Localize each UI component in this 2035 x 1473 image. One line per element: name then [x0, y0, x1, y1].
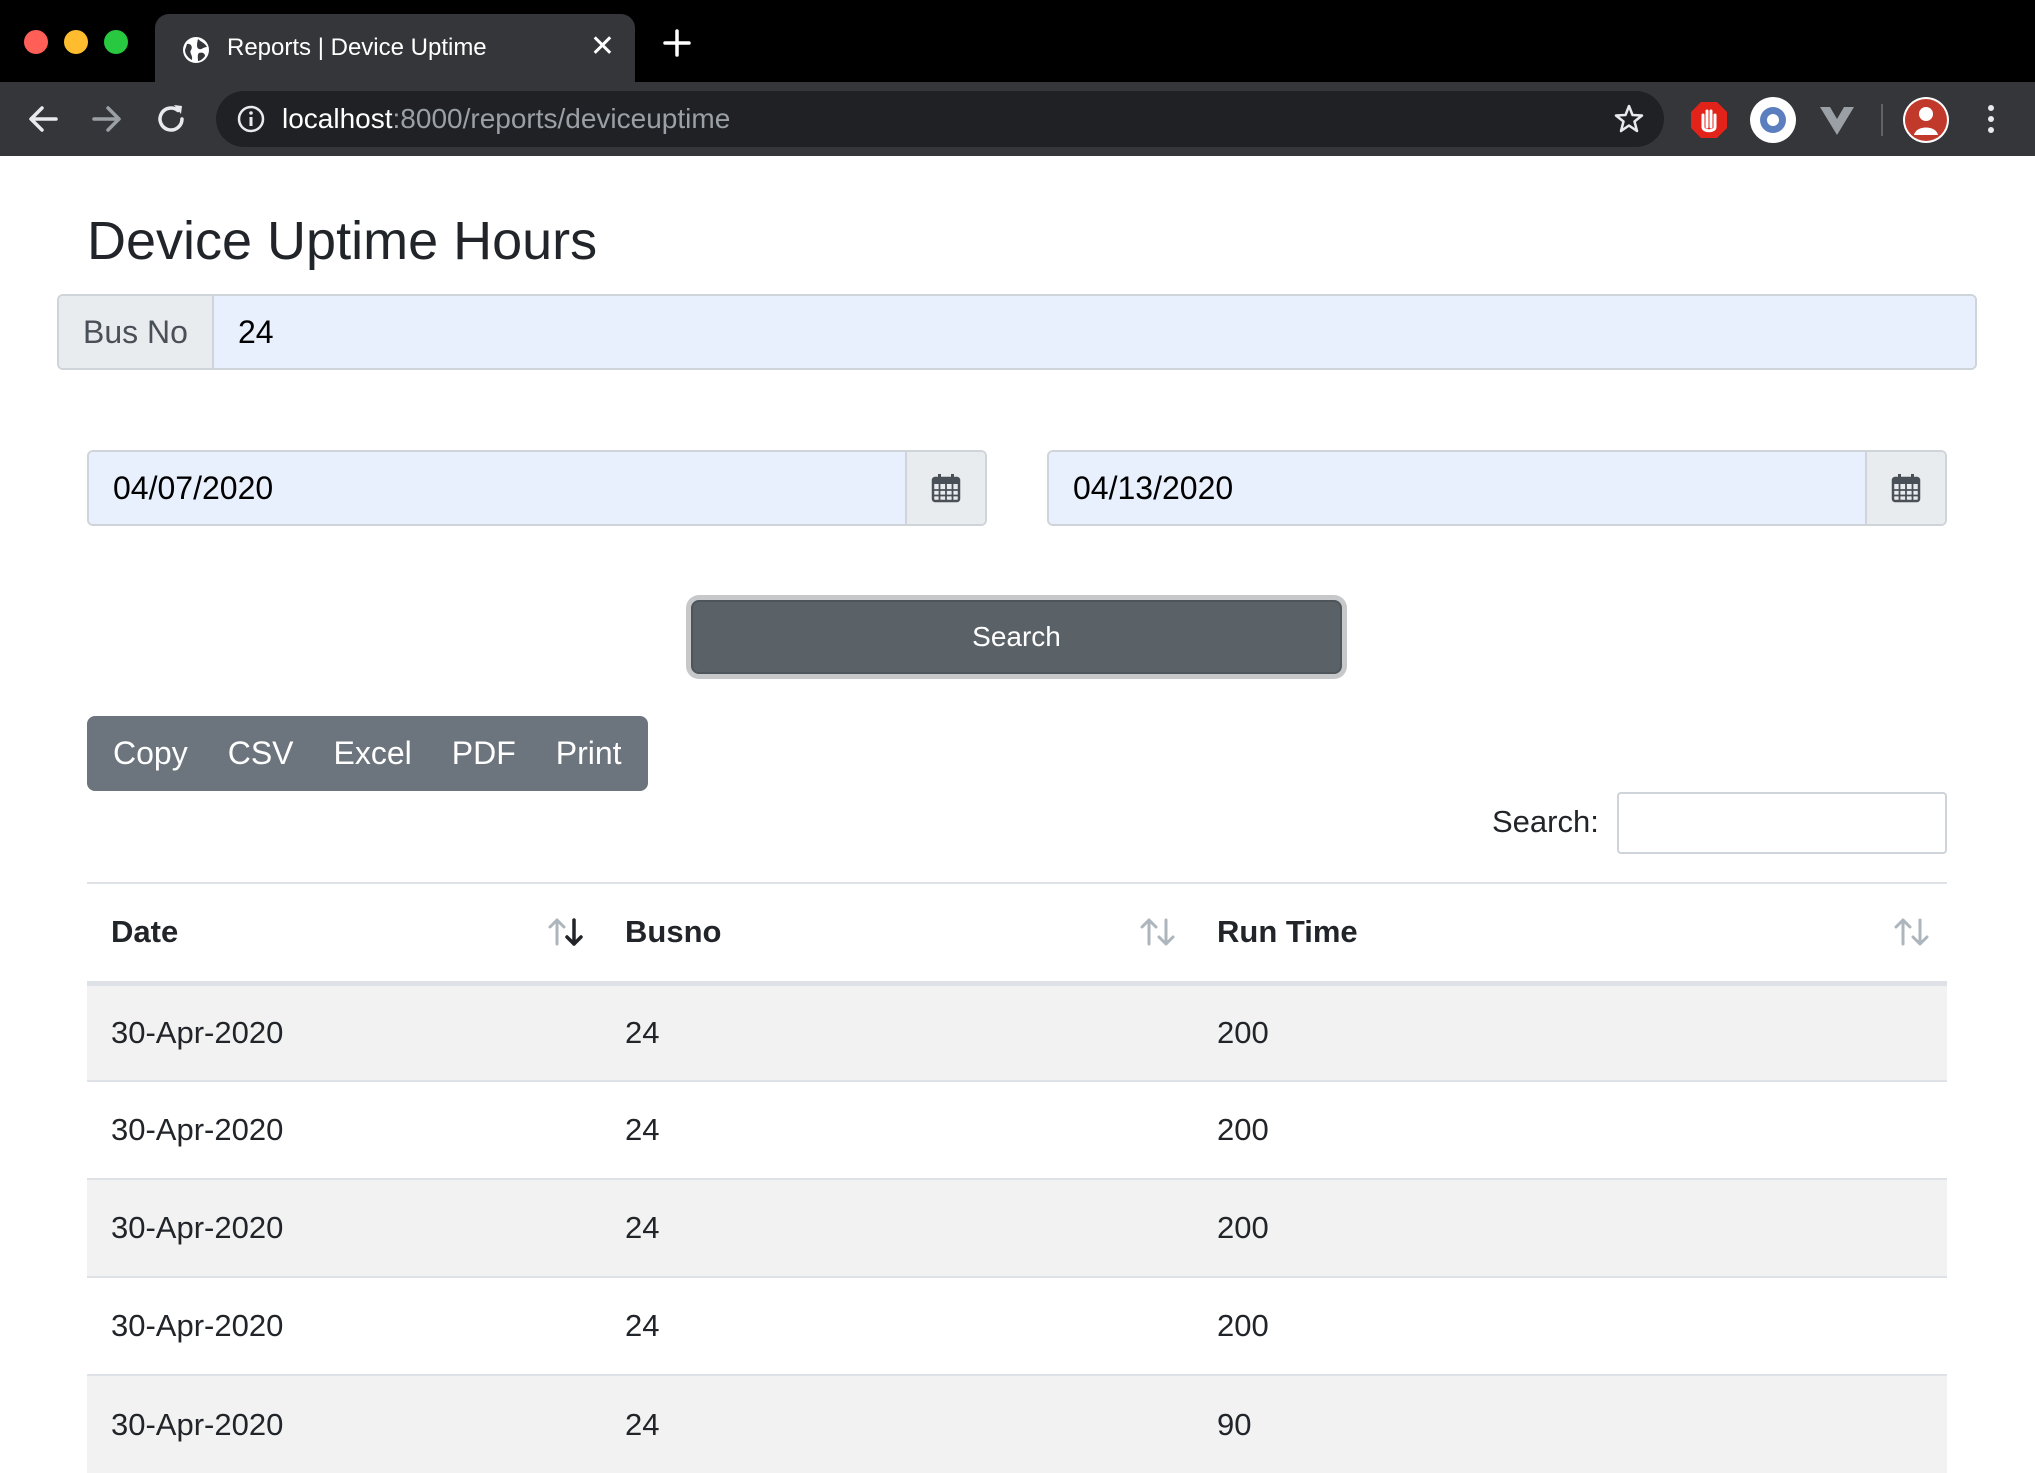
url-text: localhost:8000/reports/deviceuptime — [282, 103, 730, 135]
end-date-input[interactable] — [1049, 452, 1865, 524]
column-header-date[interactable]: Date — [87, 882, 601, 986]
table-header-row: Date Busno Run Time — [87, 882, 1947, 986]
tab-strip: Reports | Device Uptime ✕ — [0, 0, 2035, 82]
calendar-icon — [1891, 474, 1921, 503]
cell-run-time: 200 — [1193, 1080, 1947, 1179]
close-window-button[interactable] — [24, 30, 48, 54]
table-row: 30-Apr-2020 24 200 — [87, 1178, 1947, 1277]
close-tab-icon[interactable]: ✕ — [590, 32, 615, 62]
start-date-input[interactable] — [89, 452, 905, 524]
info-icon[interactable] — [236, 104, 266, 134]
globe-icon — [183, 37, 209, 63]
cell-busno: 24 — [601, 1080, 1193, 1179]
start-date-group — [87, 450, 987, 526]
cell-busno: 24 — [601, 1374, 1193, 1473]
cell-busno: 24 — [601, 1178, 1193, 1277]
table-search-input[interactable] — [1617, 792, 1947, 854]
back-icon[interactable] — [24, 100, 62, 138]
table-row: 30-Apr-2020 24 200 — [87, 982, 1947, 1081]
cell-date: 30-Apr-2020 — [87, 1178, 601, 1277]
forward-icon[interactable] — [88, 100, 126, 138]
cell-busno: 24 — [601, 1276, 1193, 1375]
column-header-busno[interactable]: Busno — [601, 882, 1193, 986]
copy-button[interactable]: Copy — [93, 716, 208, 791]
cell-run-time: 200 — [1193, 982, 1947, 1081]
cell-run-time: 200 — [1193, 1276, 1947, 1375]
cell-date: 30-Apr-2020 — [87, 982, 601, 1081]
browser-chrome: Reports | Device Uptime ✕ localhost:8000… — [0, 0, 2035, 156]
cell-run-time: 200 — [1193, 1178, 1947, 1277]
pdf-button[interactable]: PDF — [432, 716, 536, 791]
table-row: 30-Apr-2020 24 200 — [87, 1080, 1947, 1179]
start-date-calendar-button[interactable] — [905, 452, 985, 524]
column-header-label: Date — [111, 914, 179, 950]
url-path: :8000/reports/deviceuptime — [392, 103, 731, 134]
bus-no-input[interactable] — [213, 296, 1975, 368]
sort-descending-icon — [548, 918, 583, 946]
cell-date: 30-Apr-2020 — [87, 1080, 601, 1179]
minimize-window-button[interactable] — [64, 30, 88, 54]
sync-extension-icon[interactable] — [1750, 97, 1796, 143]
column-header-run-time[interactable]: Run Time — [1193, 882, 1947, 986]
vue-devtools-icon[interactable] — [1814, 97, 1860, 143]
table-row: 30-Apr-2020 24 200 — [87, 1276, 1947, 1375]
url-host: localhost — [282, 103, 393, 134]
print-button[interactable]: Print — [536, 716, 642, 791]
page-title: Device Uptime Hours — [87, 211, 598, 271]
table-search-label: Search: — [1492, 804, 1599, 839]
browser-tab[interactable]: Reports | Device Uptime ✕ — [155, 14, 635, 82]
bookmark-star-icon[interactable] — [1612, 102, 1646, 136]
cell-date: 30-Apr-2020 — [87, 1276, 601, 1375]
end-date-group — [1047, 450, 1947, 526]
cell-run-time: 90 — [1193, 1374, 1947, 1473]
calendar-icon — [931, 474, 961, 503]
reload-icon[interactable] — [152, 100, 190, 138]
uptime-table: Date Busno Run Time 30-Apr-2020 24 200 3… — [87, 882, 1947, 1473]
column-header-label: Run Time — [1217, 914, 1358, 950]
profile-avatar[interactable] — [1903, 97, 1949, 143]
tab-title: Reports | Device Uptime — [227, 34, 487, 61]
browser-menu-icon[interactable] — [1972, 100, 2010, 138]
maximize-window-button[interactable] — [104, 30, 128, 54]
csv-button[interactable]: CSV — [208, 716, 314, 791]
bus-no-label: Bus No — [59, 296, 214, 368]
cell-busno: 24 — [601, 982, 1193, 1081]
toolbar-divider — [1881, 104, 1883, 136]
new-tab-icon[interactable] — [662, 28, 692, 58]
table-row: 30-Apr-2020 24 90 — [87, 1374, 1947, 1473]
excel-button[interactable]: Excel — [314, 716, 432, 791]
browser-toolbar: localhost:8000/reports/deviceuptime — [0, 82, 2035, 156]
cell-date: 30-Apr-2020 — [87, 1374, 601, 1473]
sort-icon — [1894, 918, 1929, 946]
bus-no-group: Bus No — [57, 294, 1977, 370]
end-date-calendar-button[interactable] — [1865, 452, 1945, 524]
adblock-extension-icon[interactable] — [1686, 97, 1732, 143]
address-bar[interactable]: localhost:8000/reports/deviceuptime — [216, 91, 1664, 147]
search-button[interactable]: Search — [691, 600, 1342, 674]
sort-icon — [1140, 918, 1175, 946]
column-header-label: Busno — [625, 914, 722, 950]
export-button-group: Copy CSV Excel PDF Print — [87, 716, 648, 791]
